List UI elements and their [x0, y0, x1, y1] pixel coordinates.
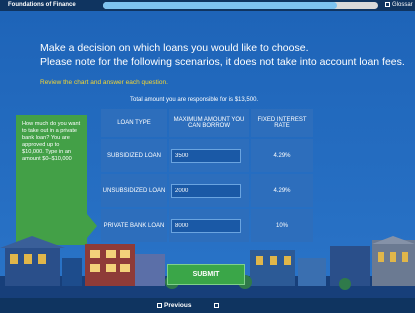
table-row: SUBSIDIZED LOAN 4.29% [101, 139, 313, 172]
rate-cell: 4.29% [251, 139, 313, 172]
unsubsidized-amount-input[interactable] [171, 183, 241, 198]
header-loan-type: LOAN TYPE [101, 109, 167, 137]
square-icon [157, 302, 162, 308]
glossary-button[interactable]: Glossar [385, 0, 413, 11]
square-icon [214, 302, 219, 308]
total-amount-text: Total amount you are responsible for is … [130, 97, 259, 103]
previous-button[interactable]: Previous [157, 298, 191, 313]
lesson-panel: Make a decision on which loans you would… [0, 11, 415, 298]
table-row: UNSUBSIDIZED LOAN 4.29% [101, 174, 313, 207]
loan-type-cell: UNSUBSIDIZED LOAN [101, 174, 167, 207]
instruction-text: Review the chart and answer each questio… [40, 79, 168, 86]
loan-table: LOAN TYPE MAXIMUM AMOUNT YOU CAN BORROW … [99, 107, 315, 244]
header-max-amount: MAXIMUM AMOUNT YOU CAN BORROW [169, 109, 249, 137]
next-button[interactable] [214, 298, 221, 313]
progress-fill [103, 2, 337, 9]
heading-line-1: Make a decision on which loans you would… [40, 42, 309, 54]
page-heading: Make a decision on which loans you would… [40, 41, 410, 69]
amount-cell [169, 139, 249, 172]
private-bank-amount-input[interactable] [171, 218, 241, 233]
heading-line-2: Please note for the following scenarios,… [40, 56, 405, 68]
submit-button[interactable]: SUBMIT [167, 264, 245, 285]
progress-bar [103, 2, 378, 9]
previous-label: Previous [164, 302, 192, 309]
header-interest-rate: FIXED INTEREST RATE [251, 109, 313, 137]
bottom-nav-bar: Previous [0, 298, 415, 313]
square-icon [385, 1, 390, 7]
question-prompt: How much do you want to take out in a pr… [16, 115, 87, 245]
subsidized-amount-input[interactable] [171, 148, 241, 163]
prompt-arrow-icon [87, 214, 97, 238]
table-header-row: LOAN TYPE MAXIMUM AMOUNT YOU CAN BORROW … [101, 109, 313, 137]
amount-cell [169, 174, 249, 207]
loan-type-cell: SUBSIDIZED LOAN [101, 139, 167, 172]
app-title: Foundations of Finance [8, 2, 76, 8]
rate-cell: 4.29% [251, 174, 313, 207]
glossary-label: Glossar [392, 2, 413, 8]
top-bar: Foundations of Finance Glossar [0, 0, 415, 11]
